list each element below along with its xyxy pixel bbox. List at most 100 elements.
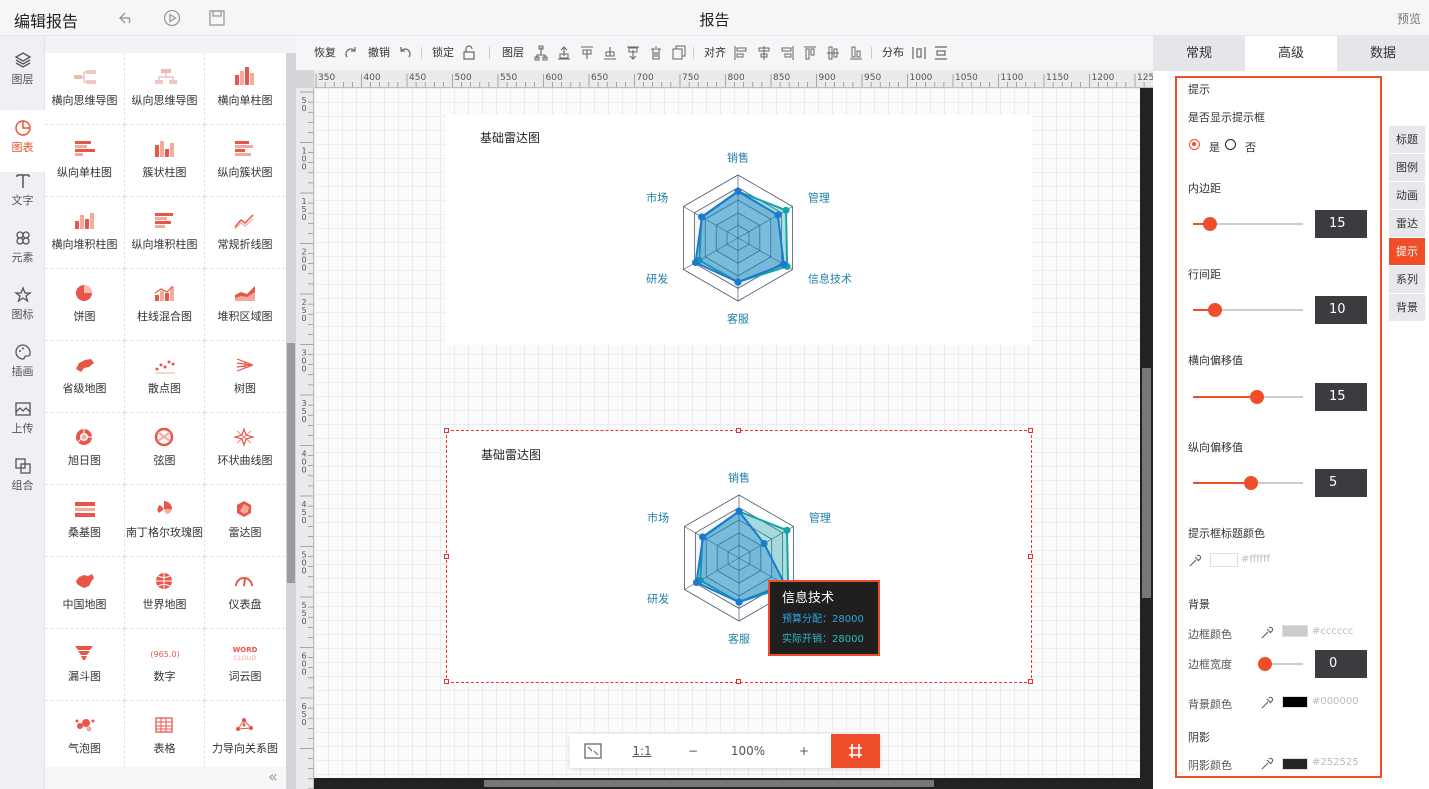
radar-point[interactable] xyxy=(698,213,706,221)
title-color-swatch[interactable] xyxy=(1210,553,1238,567)
gallery-item-bubble[interactable]: 气泡图 xyxy=(45,701,125,767)
resize-handle[interactable] xyxy=(736,679,741,684)
gallery-item-sunburst[interactable]: 旭日图 xyxy=(45,413,125,485)
fit-screen-icon[interactable] xyxy=(570,734,616,768)
gallery-item-word-cloud[interactable]: WORD CLOUD 词云图 xyxy=(205,629,285,701)
slider-knob[interactable] xyxy=(1249,390,1264,404)
radar-point[interactable] xyxy=(691,259,699,267)
eyedropper-icon[interactable] xyxy=(1260,696,1274,710)
resize-handle[interactable] xyxy=(736,428,741,433)
gallery-item-area[interactable]: 堆积区域图 xyxy=(205,269,285,341)
lock-icon[interactable] xyxy=(462,45,476,61)
gallery-item-bar-vertical[interactable]: 横向单柱图 xyxy=(205,53,285,125)
nav-item-elements[interactable]: 元素 xyxy=(0,224,45,278)
report-canvas[interactable]: 基础雷达图 销售管理信息技术客服研发市场 基础雷达图 销售管理信息技术客服研发市… xyxy=(314,88,1140,778)
layer-bottom-icon[interactable] xyxy=(626,45,640,61)
radar-point[interactable] xyxy=(734,187,742,195)
resize-handle[interactable] xyxy=(1028,679,1033,684)
layer-top-icon[interactable] xyxy=(557,45,571,61)
lock-label[interactable]: 锁定 xyxy=(432,45,454,61)
nav-item-group[interactable]: 组合 xyxy=(0,452,45,506)
padding-input[interactable]: 15 xyxy=(1315,210,1367,238)
border-color-swatch[interactable] xyxy=(1282,625,1308,637)
save-icon[interactable] xyxy=(208,9,226,27)
canvas-h-scrollbar[interactable] xyxy=(314,778,1140,789)
align-left-icon[interactable] xyxy=(734,45,748,61)
nav-item-layers[interactable]: 图层 xyxy=(0,46,45,100)
side-tab-5[interactable]: 系列 xyxy=(1389,266,1425,293)
eyedropper-icon[interactable] xyxy=(1260,757,1274,771)
gallery-scrollbar[interactable] xyxy=(286,53,296,789)
padding-slider[interactable] xyxy=(1193,217,1303,231)
v-offset-slider[interactable] xyxy=(1193,476,1303,490)
gallery-item-sankey[interactable]: 桑基图 xyxy=(45,485,125,557)
radar-point[interactable] xyxy=(734,278,742,286)
resize-handle[interactable] xyxy=(1028,428,1033,433)
radar-point[interactable] xyxy=(774,211,782,219)
resize-handle[interactable] xyxy=(444,553,449,559)
gallery-item-ring-curve[interactable]: 环状曲线图 xyxy=(205,413,285,485)
gallery-item-bar-cluster-h[interactable]: 纵向簇状图 xyxy=(205,125,285,197)
gallery-item-bar-cluster[interactable]: 簇状柱图 xyxy=(125,125,205,197)
slider-knob[interactable] xyxy=(1208,303,1222,317)
gallery-scroll-thumb[interactable] xyxy=(287,343,295,583)
gallery-item-number[interactable]: (965.0) 数字 xyxy=(125,629,205,701)
tab-2[interactable]: 数据 xyxy=(1337,36,1429,71)
zoom-out-button[interactable]: − xyxy=(668,734,718,768)
gallery-item-mindmap-v[interactable]: 纵向思维导图 xyxy=(125,53,205,125)
actual-size-button[interactable]: 1:1 xyxy=(616,734,668,768)
gallery-item-gauge[interactable]: 仪表盘 xyxy=(205,557,285,629)
nav-item-star[interactable]: 图标 xyxy=(0,281,45,335)
gallery-item-pie[interactable]: 饼图 xyxy=(45,269,125,341)
radio-no[interactable] xyxy=(1225,139,1236,150)
nav-item-palette[interactable]: 插画 xyxy=(0,338,45,392)
radio-yes-label[interactable]: 是 xyxy=(1209,139,1220,155)
resize-handle[interactable] xyxy=(444,428,449,433)
align-bottom-icon[interactable] xyxy=(849,45,863,61)
radio-no-label[interactable]: 否 xyxy=(1245,139,1256,155)
layer-up-icon[interactable] xyxy=(580,45,594,61)
document-title[interactable]: 报告 xyxy=(699,11,729,29)
distribute-h-icon[interactable] xyxy=(912,45,926,61)
side-tab-1[interactable]: 图例 xyxy=(1389,154,1425,181)
radar-point[interactable] xyxy=(735,507,743,515)
slider-knob[interactable] xyxy=(1258,657,1272,671)
gallery-item-funnel[interactable]: 漏斗图 xyxy=(45,629,125,701)
h-offset-input[interactable]: 15 xyxy=(1315,383,1367,411)
gallery-item-table[interactable]: 表格 xyxy=(125,701,205,767)
radar-point[interactable] xyxy=(783,526,791,534)
layer-down-icon[interactable] xyxy=(603,45,617,61)
delete-icon[interactable] xyxy=(649,45,663,61)
tab-1[interactable]: 高级 xyxy=(1245,36,1337,71)
radar-point[interactable] xyxy=(692,579,700,587)
gallery-item-china-map[interactable]: 中国地图 xyxy=(45,557,125,629)
slider-knob[interactable] xyxy=(1202,217,1217,231)
preview-button[interactable]: 预览 xyxy=(1397,10,1421,27)
radar-chart-card-1[interactable]: 基础雷达图 销售 管理 信息技术 客服 研发 市场 xyxy=(446,115,1032,345)
shadow-color-swatch[interactable] xyxy=(1282,758,1308,770)
line-spacing-slider[interactable] xyxy=(1193,303,1303,317)
gallery-item-bar-line[interactable]: 柱线混合图 xyxy=(125,269,205,341)
canvas-h-scroll-thumb[interactable] xyxy=(484,780,934,787)
gallery-item-radar[interactable]: 雷达图 xyxy=(205,485,285,557)
redo-icon[interactable] xyxy=(344,45,358,61)
align-center-h-icon[interactable] xyxy=(757,45,771,61)
nav-item-upload-image[interactable]: 上传 xyxy=(0,395,45,449)
collapse-panel-icon[interactable]: « xyxy=(268,769,286,787)
distribute-v-icon[interactable] xyxy=(934,45,948,61)
bg-color-swatch[interactable] xyxy=(1282,696,1308,708)
gallery-item-force-graph[interactable]: 力导向关系图 xyxy=(205,701,285,767)
gallery-item-line-chart[interactable]: 常规折线图 xyxy=(205,197,285,269)
gallery-item-tree[interactable]: 树图 xyxy=(205,341,285,413)
undo-label[interactable]: 撤销 xyxy=(368,45,390,61)
eyedropper-icon[interactable] xyxy=(1188,554,1202,568)
gallery-item-chord[interactable]: 弦图 xyxy=(125,413,205,485)
gallery-item-rose[interactable]: 南丁格尔玫瑰图 xyxy=(125,485,205,557)
border-width-slider[interactable] xyxy=(1258,657,1303,671)
gallery-item-bar-stacked[interactable]: 横向堆积柱图 xyxy=(45,197,125,269)
zoom-in-button[interactable]: + xyxy=(778,734,830,768)
radar-point[interactable] xyxy=(780,260,788,268)
radar-point[interactable] xyxy=(782,206,790,214)
redo-label[interactable]: 恢复 xyxy=(314,45,336,61)
border-width-input[interactable]: 0 xyxy=(1315,650,1367,678)
